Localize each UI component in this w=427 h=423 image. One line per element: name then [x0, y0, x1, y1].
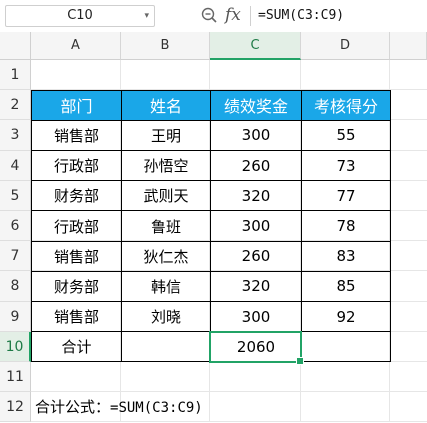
cell-d[interactable]: 78	[301, 210, 391, 242]
cell-d[interactable]: 77	[301, 180, 391, 212]
cell-c[interactable]: 绩效奖金	[210, 89, 302, 121]
table-row: 行政部 鲁班 300 78	[31, 210, 391, 242]
row-header-4[interactable]: 4	[0, 150, 31, 181]
cell-c[interactable]: 260	[210, 150, 302, 182]
table-row: 财务部 武则天 320 77	[31, 180, 391, 212]
cell-c[interactable]: 300	[210, 210, 302, 242]
column-header-d[interactable]: D	[301, 32, 390, 60]
cell-a[interactable]: 财务部	[31, 180, 122, 212]
column-header-a[interactable]: A	[31, 32, 121, 60]
cell-c[interactable]: 300	[210, 300, 302, 333]
row-header-12[interactable]: 12	[0, 392, 31, 423]
cell-c[interactable]: 320	[210, 180, 302, 212]
table-row: 销售部 刘晓 300 92	[31, 300, 391, 333]
cell-c[interactable]: 320	[210, 270, 302, 303]
row-header-9[interactable]: 9	[0, 301, 31, 332]
row-header-2[interactable]: 2	[0, 90, 31, 121]
cell-d[interactable]: 85	[301, 270, 391, 303]
formula-bar: C10 ▾ fx =SUM(C3:C9)	[0, 0, 427, 33]
cell-b[interactable]: 武则天	[121, 180, 211, 212]
row-header-10[interactable]: 10	[0, 331, 31, 362]
table-row: 行政部 孙悟空 260 73	[31, 150, 391, 182]
cell-b[interactable]: 刘晓	[121, 300, 211, 333]
cell-d[interactable]	[301, 331, 391, 363]
table-header-row: 部门 姓名 绩效奖金 考核得分	[31, 89, 391, 121]
cell-b[interactable]: 孙悟空	[121, 150, 211, 182]
cell-d[interactable]: 83	[301, 240, 391, 272]
table-row: 销售部 王明 300 55	[31, 119, 391, 152]
cell-c[interactable]: 260	[210, 240, 302, 272]
cell-a[interactable]: 销售部	[31, 240, 122, 272]
formula-note: 合计公式：=SUM(C3:C9)	[35, 392, 203, 423]
row-header-7[interactable]: 7	[0, 241, 31, 272]
cell-a[interactable]: 部门	[31, 89, 122, 121]
total-row: 合计 2060	[31, 331, 391, 363]
column-header-next[interactable]	[390, 32, 427, 60]
cell-d[interactable]: 考核得分	[301, 89, 391, 121]
cell-c[interactable]: 2060	[210, 331, 302, 363]
formula-note-formula: =SUM(C3:C9)	[110, 400, 203, 417]
formula-input[interactable]: =SUM(C3:C9)	[258, 8, 344, 23]
fx-icon[interactable]: fx	[225, 5, 241, 25]
cell-b[interactable]: 鲁班	[121, 210, 211, 242]
cell-b[interactable]: 王明	[121, 119, 211, 152]
cell-d[interactable]: 55	[301, 119, 391, 152]
formula-separator	[250, 6, 251, 26]
cell-b[interactable]: 韩信	[121, 270, 211, 303]
cell-a[interactable]: 销售部	[31, 300, 122, 333]
cell-a[interactable]: 行政部	[31, 150, 122, 182]
column-header-b[interactable]: B	[121, 32, 210, 60]
cell-a[interactable]: 合计	[31, 331, 122, 363]
cell-d[interactable]: 92	[301, 300, 391, 333]
name-box-value: C10	[67, 8, 93, 23]
cell-a[interactable]: 销售部	[31, 119, 122, 152]
table-row: 销售部 狄仁杰 260 83	[31, 240, 391, 272]
row-header-11[interactable]: 11	[0, 362, 31, 393]
row-header-3[interactable]: 3	[0, 120, 31, 151]
row-header-6[interactable]: 6	[0, 211, 31, 242]
chevron-down-icon[interactable]: ▾	[144, 6, 149, 26]
name-box[interactable]: C10 ▾	[5, 5, 155, 27]
cell-b[interactable]	[121, 331, 211, 363]
row-header-1[interactable]: 1	[0, 60, 31, 91]
cell-b[interactable]: 狄仁杰	[121, 240, 211, 272]
formula-note-label: 合计公式：	[35, 398, 111, 417]
cell-a[interactable]: 行政部	[31, 210, 122, 242]
table-row: 财务部 韩信 320 85	[31, 270, 391, 303]
select-all-corner[interactable]	[0, 32, 31, 60]
data-table: 部门 姓名 绩效奖金 考核得分 销售部 王明 300 55 行政部 孙悟空 260 73 财务部 武则天 3…	[31, 89, 391, 363]
zoom-out-icon[interactable]	[201, 7, 217, 23]
cell-c[interactable]: 300	[210, 119, 302, 152]
cell-a[interactable]: 财务部	[31, 270, 122, 303]
column-header-c[interactable]: C	[210, 32, 301, 60]
cell-d[interactable]: 73	[301, 150, 391, 182]
cell-b[interactable]: 姓名	[121, 89, 211, 121]
row-header-5[interactable]: 5	[0, 180, 31, 211]
row-header-8[interactable]: 8	[0, 271, 31, 302]
